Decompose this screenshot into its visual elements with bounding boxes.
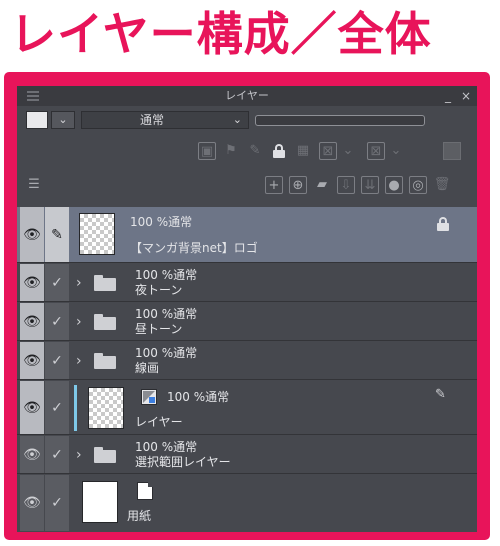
ruler-display-icon[interactable]: ⊠ — [367, 142, 385, 160]
layer-opacity-mode: 100 %通常 — [135, 268, 198, 282]
folder-icon — [94, 314, 116, 330]
mask-icon[interactable]: ● — [385, 176, 403, 194]
lock-icon — [437, 217, 449, 231]
folder-icon — [94, 275, 116, 291]
chevron-right-icon[interactable]: › — [76, 354, 82, 368]
transfer-down-icon[interactable]: ⇩ — [337, 176, 355, 194]
layer-name: 【マンガ背景net】ロゴ — [130, 241, 258, 255]
layer-row[interactable]: 👁 ✓ › 100 %通常 選択範囲レイヤー — [17, 436, 477, 474]
layer-thumbnail — [88, 387, 124, 429]
lock-transparent-icon[interactable]: ▦ — [294, 142, 312, 160]
combine-down-icon[interactable]: ⇊ — [361, 176, 379, 194]
layer-color-swatch[interactable] — [26, 111, 48, 129]
layer-name: 昼トーン — [135, 322, 183, 336]
eye-icon[interactable]: 👁 — [20, 475, 44, 531]
eye-icon[interactable]: 👁 — [20, 436, 44, 473]
blend-mode-row: ⌄ 通常 ⌄ — [17, 107, 477, 133]
layer-list: 👁 ✎ 100 %通常 【マンガ背景net】ロゴ 👁 ✓ › 100 %通常 夜… — [17, 207, 477, 532]
eye-icon[interactable]: 👁 — [20, 381, 44, 434]
layer-name: レイヤー — [135, 415, 183, 429]
layer-thumbnail — [79, 213, 115, 255]
layer-row[interactable]: 👁 ✓ › 100 %通常 昼トーン — [17, 303, 477, 341]
layer-thumbnail — [82, 481, 118, 523]
blend-mode-value: 通常 — [139, 113, 164, 127]
check-icon[interactable]: ✓ — [45, 436, 69, 473]
layer-row[interactable]: 👁 ✓ 100 %通常 レイヤー ✎ — [17, 381, 477, 435]
lock-icon[interactable] — [270, 142, 288, 160]
edit-pen-icon[interactable]: ✎ — [45, 207, 69, 262]
layer-name: 線画 — [135, 361, 160, 375]
layer-opacity-mode: 100 %通常 — [130, 215, 193, 229]
layer-name: 夜トーン — [135, 283, 183, 297]
raster-layer-icon — [141, 389, 157, 405]
layer-name: 用紙 — [127, 509, 152, 523]
eye-icon[interactable]: 👁 — [20, 207, 44, 262]
minimize-button[interactable]: _ — [445, 86, 451, 106]
layer-opacity-mode: 100 %通常 — [167, 390, 230, 404]
layer-color-dropdown[interactable]: ⌄ — [51, 111, 75, 129]
apply-mask-icon[interactable]: ◎ — [409, 176, 427, 194]
layer-toolbar-bottom: ☰ + ⊕ ▰ ⇩ ⇊ ● ◎ 🗑 — [17, 172, 477, 198]
eye-icon[interactable]: 👁 — [20, 303, 44, 340]
eye-icon[interactable]: 👁 — [20, 342, 44, 379]
close-button[interactable]: × — [461, 86, 471, 106]
blend-mode-select[interactable]: 通常 ⌄ — [81, 111, 249, 129]
folder-icon — [94, 447, 116, 463]
clip-to-below-icon[interactable]: ▣ — [198, 142, 216, 160]
check-icon[interactable]: ✓ — [45, 303, 69, 340]
layer-color-bar — [74, 385, 77, 431]
layer-row[interactable]: 👁 ✓ › 100 %通常 夜トーン — [17, 264, 477, 302]
draft-layer-icon[interactable]: ✎ — [246, 142, 264, 160]
layer-name: 選択範囲レイヤー — [135, 455, 231, 469]
chevron-right-icon[interactable]: › — [76, 448, 82, 462]
new-raster-layer-icon[interactable]: + — [265, 176, 283, 194]
chevron-right-icon[interactable]: › — [76, 315, 82, 329]
check-icon[interactable]: ✓ — [45, 342, 69, 379]
layer-property-icon[interactable]: ☰ — [25, 176, 43, 194]
layer-opacity-mode: 100 %通常 — [135, 440, 198, 454]
page-heading: レイヤー構成／全体 — [10, 7, 432, 61]
color-chip-icon[interactable] — [443, 142, 461, 160]
reference-layer-icon[interactable]: ⚑ — [222, 142, 240, 160]
chevron-down-icon[interactable]: ⌄ — [339, 142, 357, 160]
panel-title: レイヤー — [225, 89, 269, 102]
chevron-down-icon: ⌄ — [232, 113, 242, 126]
chevron-down-icon[interactable]: ⌄ — [387, 142, 405, 160]
layer-row[interactable]: 👁 ✓ › 100 %通常 線画 — [17, 342, 477, 380]
new-vector-layer-icon[interactable]: ⊕ — [289, 176, 307, 194]
layer-row[interactable]: 👁 ✓ 用紙 — [17, 475, 477, 531]
mask-enable-icon[interactable]: ⊠ — [319, 142, 337, 160]
delete-layer-icon[interactable]: 🗑 — [433, 176, 451, 194]
paper-layer-icon — [137, 482, 153, 500]
chevron-right-icon[interactable]: › — [76, 276, 82, 290]
panel-titlebar[interactable]: レイヤー _ × — [17, 86, 477, 106]
check-icon[interactable]: ✓ — [45, 264, 69, 301]
layer-opacity-mode: 100 %通常 — [135, 307, 198, 321]
draft-layer-icon: ✎ — [435, 387, 446, 402]
check-icon[interactable]: ✓ — [45, 475, 69, 531]
layer-row[interactable]: 👁 ✎ 100 %通常 【マンガ背景net】ロゴ — [17, 207, 477, 263]
layer-toolbar-top: ▣ ⚑ ✎ ▦ ⊠ ⌄ ⊠ ⌄ — [17, 138, 477, 164]
folder-icon — [94, 353, 116, 369]
new-folder-icon[interactable]: ▰ — [313, 176, 331, 194]
layer-opacity-mode: 100 %通常 — [135, 346, 198, 360]
layer-panel: レイヤー _ × ⌄ 通常 ⌄ ▣ ⚑ ✎ ▦ ⊠ ⌄ ⊠ ⌄ ☰ + ⊕ ▰ … — [17, 86, 477, 532]
check-icon[interactable]: ✓ — [45, 381, 69, 434]
eye-icon[interactable]: 👁 — [20, 264, 44, 301]
opacity-slider[interactable] — [255, 115, 425, 126]
